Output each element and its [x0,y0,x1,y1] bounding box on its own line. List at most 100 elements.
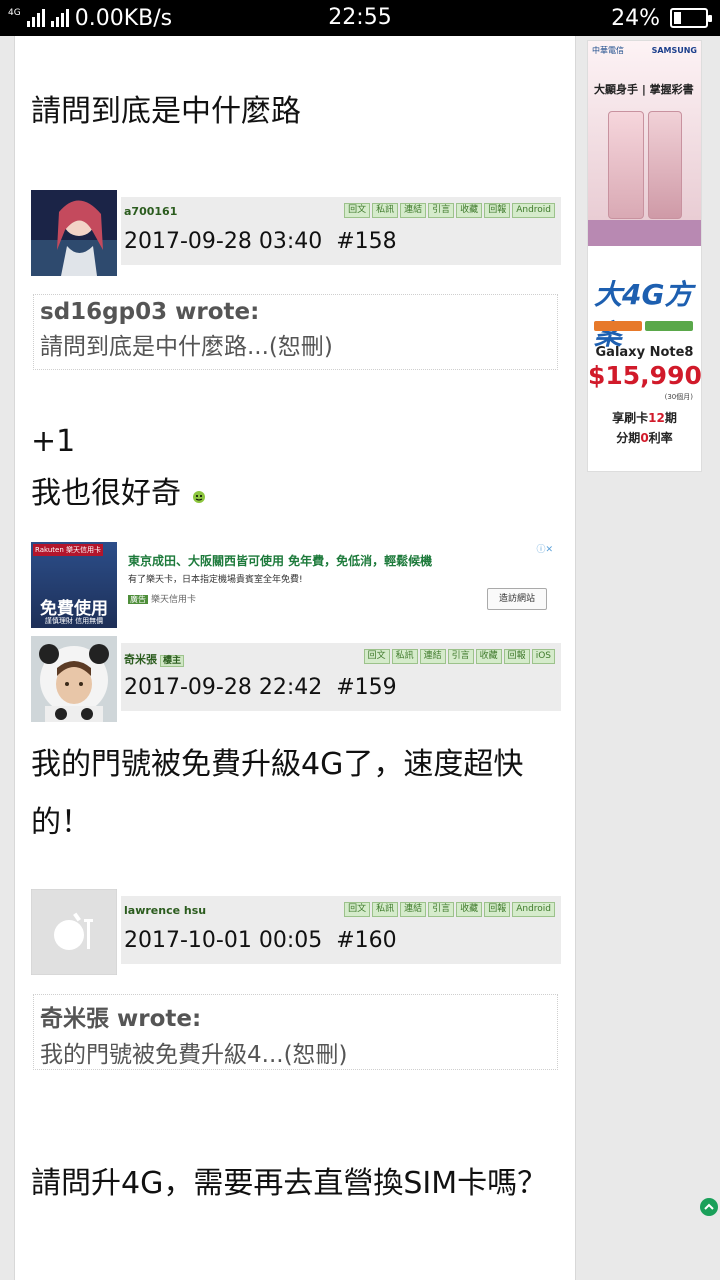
post-header-158: a700161 回文 私訊 連結 引言 收藏 回報 Android 2017-0… [31,190,561,276]
chevron-up-icon [704,1203,714,1210]
sidebar-ad-samsung[interactable]: 中華電信 SAMSUNG 大顯身手 | 掌握彩書 [588,41,701,246]
status-bar: 4G 0.00KB/s 22:55 24% [0,0,720,36]
ad-text: 利率 [648,431,673,445]
post-number[interactable]: #158 [336,229,396,254]
bookmark-button[interactable]: 收藏 [456,203,483,218]
avatar[interactable] [30,888,118,976]
thread-column: 請問到底是中什麼路 a700161 回文 私訊 連結 引言 收藏 回報 Andr… [14,36,576,1280]
page: 請問到底是中什麼路 a700161 回文 私訊 連結 引言 收藏 回報 Andr… [0,36,720,1280]
report-button[interactable]: 回報 [484,203,511,218]
battery-fill [674,12,681,24]
post-number[interactable]: #160 [336,928,396,953]
sidebar-ads: 中華電信 SAMSUNG 大顯身手 | 掌握彩書 大4G方案 Galaxy No… [587,40,702,472]
username[interactable]: a700161 [124,205,177,218]
link-button[interactable]: 連結 [400,902,427,917]
post-meta: 2017-09-28 22:42 #159 [124,675,397,700]
ad-brand-samsung: SAMSUNG [651,46,697,55]
post-meta-bar: 奇米張 樓主 回文 私訊 連結 引言 收藏 回報 iOS 2017-09-28 2… [121,643,561,711]
post-body: 我的門號被免費升級4G了，速度超快的！ [31,747,524,840]
post-actions: 回文 私訊 連結 引言 收藏 回報 Android [344,203,555,218]
ad-thumb-caption: 謹慎理財 信用無價 [44,617,104,625]
ad-interest-line: 分期0利率 [588,429,701,446]
platform-badge: Android [512,203,555,218]
bookmark-button[interactable]: 收藏 [456,902,483,917]
previous-post-text: 請問到底是中什麼路 [31,94,301,129]
quote-block: sd16gp03 wrote: 請問到底是中什麼路...(恕刪) [33,294,558,370]
post-body: 請問升4G，需要再去直營換SIM卡嗎？ [31,1166,548,1201]
report-button[interactable]: 回報 [484,902,511,917]
ad-text-highlight: 0 [640,431,649,445]
reply-button[interactable]: 回文 [344,203,371,218]
ad-slogan: 大顯身手 | 掌握彩書 [594,83,694,96]
post-header-159: 奇米張 樓主 回文 私訊 連結 引言 收藏 回報 iOS 2017-09-28 2… [31,636,561,722]
ad-brand-cht: 中華電信 [592,46,624,55]
visit-site-button[interactable]: 造訪網站 [487,588,547,610]
message-button[interactable]: 私訊 [391,649,418,664]
username[interactable]: 奇米張 樓主 [124,651,185,667]
phone-image [608,111,644,219]
ad-label: 廣告 [128,595,148,604]
ad-price: $15,990 [588,361,702,390]
quote-block: 奇米張 wrote: 我的門號被免費升級4...(恕刪) [33,994,558,1070]
quote-button[interactable]: 引言 [428,902,455,917]
ad-description: 有了樂天卡，日本指定機場貴賓室全年免費! [128,575,303,585]
quote-button[interactable]: 引言 [447,649,474,664]
ad-advertiser: 樂天信用卡 [151,595,197,605]
post-header-160: lawrence hsu 回文 私訊 連結 引言 收藏 回報 Android 2… [30,888,561,976]
quote-body: 我的門號被免費升級4...(恕刪) [40,1042,348,1068]
ad-thumbnail[interactable]: Rakuten 樂天信用卡 免費使用 謹慎理財 信用無價 [31,542,117,628]
link-button[interactable]: 連結 [419,649,446,664]
bookmark-button[interactable]: 收藏 [475,649,502,664]
status-right: 24% [611,0,712,36]
ad-close-icon[interactable]: ⓘ✕ [536,542,553,555]
reply-button[interactable]: 回文 [344,902,371,917]
ad-months: (30個月) [664,393,693,401]
post-meta-bar: lawrence hsu 回文 私訊 連結 引言 收藏 回報 Android 2… [121,896,561,964]
post-date: 2017-10-01 00:05 [124,928,323,953]
ad-model: Galaxy Note8 [595,345,694,360]
battery-icon [670,8,712,28]
battery-percent: 24% [611,5,660,31]
ad-strip [588,220,701,246]
post-meta-bar: a700161 回文 私訊 連結 引言 收藏 回報 Android 2017-0… [121,197,561,265]
link-button[interactable]: 連結 [400,203,427,218]
ad-pills [594,321,693,331]
ad-text-highlight: 12 [648,411,665,425]
quote-title: sd16gp03 wrote: [40,299,260,325]
quote-title: 奇米張 wrote: [40,1006,202,1032]
inline-ad[interactable]: Rakuten 樂天信用卡 免費使用 謹慎理財 信用無價 東京成田、大阪關西皆可… [31,542,561,628]
avatar[interactable] [31,190,117,276]
ad-installment-line: 享刷卡12期 [588,409,701,426]
post-actions: 回文 私訊 連結 引言 收藏 回報 iOS [363,649,555,664]
post-actions: 回文 私訊 連結 引言 收藏 回報 Android [344,902,555,917]
post-number[interactable]: #159 [336,675,396,700]
post-date: 2017-09-28 03:40 [124,229,323,254]
post-body-text: 我也很好奇 [31,476,181,511]
ad-text: 期 [664,411,677,425]
report-button[interactable]: 回報 [503,649,530,664]
platform-badge: Android [512,902,555,917]
owner-badge: 樓主 [160,655,185,667]
ad-text: 享刷卡 [612,411,649,425]
reply-button[interactable]: 回文 [363,649,390,664]
ad-source: 廣告 樂天信用卡 [128,592,196,605]
ad-text: 分期 [616,431,641,445]
quote-button[interactable]: 引言 [428,203,455,218]
post-body-line-2: 我也很好奇 [31,468,207,512]
username-text[interactable]: 奇米張 [124,653,157,666]
sidebar-ad-4g[interactable]: 大4G方案 Galaxy Note8 $15,990 (30個月) 享刷卡12期… [588,249,702,471]
quote-body: 請問到底是中什麼路...(恕刪) [40,334,333,360]
username[interactable]: lawrence hsu [124,904,206,917]
ad-thumb-badge: Rakuten 樂天信用卡 [33,544,103,556]
ad-title[interactable]: 東京成田、大阪關西皆可使用 免年費，免低消，輕鬆候機 [128,552,432,569]
message-button[interactable]: 私訊 [372,902,399,917]
post-body-line-1: +1 [31,424,76,459]
message-button[interactable]: 私訊 [372,203,399,218]
post-meta: 2017-09-28 03:40 #158 [124,229,397,254]
phone-image-back [648,111,682,219]
floating-up-button[interactable] [700,1198,718,1216]
platform-badge: iOS [531,649,555,664]
post-meta: 2017-10-01 00:05 #160 [124,928,397,953]
post-date: 2017-09-28 22:42 [124,675,323,700]
avatar[interactable] [31,636,117,722]
